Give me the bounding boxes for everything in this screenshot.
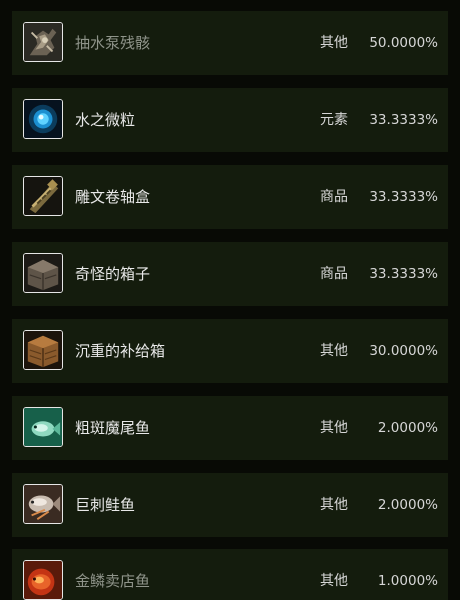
- pump-wreck-icon: [23, 22, 63, 62]
- drop-rate: 1.0000%: [377, 573, 438, 589]
- item-type: 其他: [320, 343, 348, 359]
- item-name: 水之微粒: [75, 111, 136, 129]
- loot-row[interactable]: 水之微粒 元素 33.3333%: [12, 88, 448, 152]
- item-type: 商品: [320, 189, 348, 205]
- loot-row[interactable]: 金鳞卖店鱼 其他 1.0000%: [12, 549, 448, 600]
- drop-rate: 50.0000%: [369, 35, 438, 51]
- loot-list: 抽水泵残骸 其他 50.0000% 水之微粒 元素 33.3333% 雕文卷轴盒…: [0, 0, 460, 600]
- strange-crate-icon: [23, 253, 63, 293]
- loot-row[interactable]: 巨刺鲑鱼 其他 2.0000%: [12, 473, 448, 537]
- item-name: 粗斑魔尾鱼: [75, 419, 151, 437]
- drop-rate: 2.0000%: [377, 497, 438, 513]
- salmon-icon: [23, 484, 63, 524]
- goldscale-fish-icon: [23, 560, 63, 600]
- drop-rate: 30.0000%: [369, 343, 438, 359]
- scroll-case-icon: [23, 176, 63, 216]
- item-name: 奇怪的箱子: [75, 265, 151, 283]
- supply-crate-icon: [23, 330, 63, 370]
- water-mote-icon: [23, 99, 63, 139]
- drop-rate: 33.3333%: [369, 189, 438, 205]
- loot-row[interactable]: 抽水泵残骸 其他 50.0000%: [12, 11, 448, 75]
- fish-green-icon: [23, 407, 63, 447]
- item-name: 抽水泵残骸: [75, 34, 151, 52]
- loot-row[interactable]: 沉重的补给箱 其他 30.0000%: [12, 319, 448, 383]
- item-type: 其他: [320, 420, 348, 436]
- loot-row[interactable]: 雕文卷轴盒 商品 33.3333%: [12, 165, 448, 229]
- item-type: 元素: [320, 112, 348, 128]
- loot-row[interactable]: 奇怪的箱子 商品 33.3333%: [12, 242, 448, 306]
- drop-rate: 33.3333%: [369, 266, 438, 282]
- item-name: 雕文卷轴盒: [75, 188, 151, 206]
- drop-rate: 2.0000%: [377, 420, 438, 436]
- item-type: 其他: [320, 497, 348, 513]
- drop-rate: 33.3333%: [369, 112, 438, 128]
- item-name: 巨刺鲑鱼: [75, 496, 136, 514]
- item-name: 沉重的补给箱: [75, 342, 166, 360]
- loot-row[interactable]: 粗斑魔尾鱼 其他 2.0000%: [12, 396, 448, 460]
- item-type: 商品: [320, 266, 348, 282]
- item-type: 其他: [320, 573, 348, 589]
- item-type: 其他: [320, 35, 348, 51]
- item-name: 金鳞卖店鱼: [75, 572, 151, 590]
